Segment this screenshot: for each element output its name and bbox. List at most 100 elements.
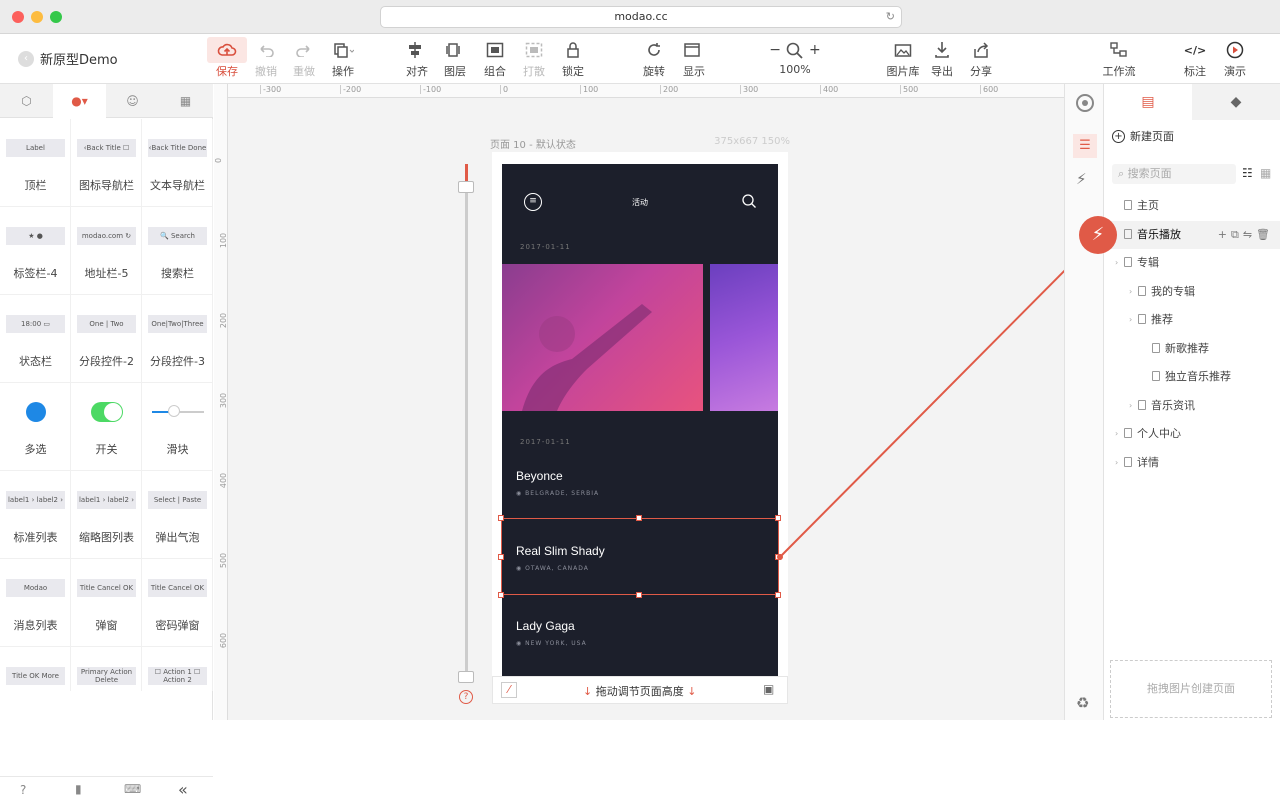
annotate-button[interactable]: </> 标注 bbox=[1175, 37, 1215, 79]
component-item[interactable]: 🔍 Search 搜索栏 bbox=[142, 207, 213, 295]
add-subpage-icon[interactable]: + bbox=[1218, 228, 1231, 241]
collapse-icon[interactable]: « bbox=[178, 780, 188, 799]
align-button[interactable]: 对齐 bbox=[397, 37, 437, 79]
settings-sliders-icon[interactable]: ☰ bbox=[1073, 134, 1097, 158]
workflow-button[interactable]: 工作流 bbox=[1099, 37, 1139, 79]
minimize-window-button[interactable] bbox=[31, 11, 43, 23]
interaction-badge-icon[interactable]: ⚡ bbox=[1079, 216, 1117, 254]
duplicate-icon[interactable]: ⧉ bbox=[1231, 228, 1243, 241]
component-item[interactable]: Modao 消息列表 bbox=[0, 559, 71, 647]
height-slider-handle-top[interactable] bbox=[458, 181, 474, 193]
resize-handle[interactable] bbox=[498, 515, 504, 521]
project-back[interactable]: ‹ 新原型Demo bbox=[18, 49, 118, 68]
display-button[interactable]: 显示 bbox=[674, 37, 714, 79]
page-item[interactable]: › 个人中心 bbox=[1104, 420, 1280, 448]
zoom-control[interactable]: − +100% bbox=[765, 37, 825, 76]
page-item[interactable]: 音乐播放 +⧉⇋🗑 bbox=[1104, 220, 1280, 249]
list-view-icon[interactable]: ☷ bbox=[1242, 166, 1253, 180]
delete-icon[interactable]: 🗑 bbox=[1256, 228, 1274, 241]
address-bar[interactable]: modao.cc ↻ bbox=[380, 6, 902, 28]
component-item[interactable]: Select | Paste 弹出气泡 bbox=[142, 471, 213, 559]
component-item[interactable]: ‹Back Title ☐ 图标导航栏 bbox=[71, 119, 142, 207]
reload-icon[interactable]: ↻ bbox=[886, 7, 895, 27]
expand-caret-icon[interactable]: › bbox=[1129, 306, 1132, 334]
image-drop-zone[interactable]: 拖拽图片创建页面 bbox=[1110, 660, 1272, 718]
lightning-icon[interactable]: ⚡ bbox=[1076, 170, 1087, 188]
share-button[interactable]: 分享 bbox=[961, 37, 1001, 79]
preview-button[interactable]: 演示 bbox=[1215, 37, 1255, 79]
page-item[interactable]: 独立音乐推荐 bbox=[1104, 363, 1280, 391]
page-item[interactable]: › 我的专辑 bbox=[1104, 278, 1280, 306]
recycle-bin-icon[interactable]: ♻ bbox=[1076, 694, 1089, 712]
search-icon[interactable] bbox=[741, 193, 757, 209]
page-item[interactable]: › 专辑 bbox=[1104, 249, 1280, 277]
tab-emoji[interactable]: ☺ bbox=[106, 84, 159, 118]
keyboard-icon[interactable]: ⌨ bbox=[124, 782, 141, 796]
ungroup-button[interactable]: 打散 bbox=[514, 37, 554, 79]
component-item[interactable]: 18:00 ▭ 状态栏 bbox=[0, 295, 71, 383]
height-slider-handle-bottom[interactable] bbox=[458, 671, 474, 683]
page-item[interactable]: › 推荐 bbox=[1104, 306, 1280, 334]
tab-layers[interactable]: ◆ bbox=[1192, 84, 1280, 120]
grid-view-icon[interactable]: ▦ bbox=[1260, 166, 1271, 180]
new-page-button[interactable]: + 新建页面 bbox=[1112, 128, 1174, 144]
tab-pages[interactable]: ▤ bbox=[1104, 84, 1192, 120]
component-item[interactable]: 滑块 bbox=[142, 383, 213, 471]
layer-button[interactable]: 图层 bbox=[435, 37, 475, 79]
expand-caret-icon[interactable]: › bbox=[1115, 420, 1118, 448]
component-item[interactable]: modao.com ↻ 地址栏-5 bbox=[71, 207, 142, 295]
component-item[interactable]: ☐ Action 1 ☐ Action 2 bbox=[142, 647, 213, 691]
help-icon[interactable]: ? bbox=[459, 690, 473, 704]
component-item[interactable]: Title Cancel OK 密码弹窗 bbox=[142, 559, 213, 647]
rotate-button[interactable]: 旋转 bbox=[634, 37, 674, 79]
drag-resize-hint[interactable]: ↓ 拖动调节页面高度 ↓ bbox=[583, 683, 696, 699]
close-window-button[interactable] bbox=[12, 11, 24, 23]
image-icon[interactable]: ▣ bbox=[763, 682, 774, 696]
component-item[interactable]: Title OK More bbox=[0, 647, 71, 691]
page-item[interactable]: 新歌推荐 bbox=[1104, 335, 1280, 363]
component-item[interactable]: One|Two|Three 分段控件-3 bbox=[142, 295, 213, 383]
group-button[interactable]: 组合 bbox=[475, 37, 515, 79]
gallery-button[interactable]: 图片库 bbox=[883, 37, 923, 79]
page-search-input[interactable]: ⌕ 搜索页面 bbox=[1112, 164, 1236, 184]
zoom-in-icon[interactable]: + bbox=[809, 42, 821, 58]
resize-handle[interactable] bbox=[775, 592, 781, 598]
resize-handle[interactable] bbox=[636, 592, 642, 598]
move-icon[interactable]: ⇋ bbox=[1243, 228, 1256, 241]
component-item[interactable]: 多选 bbox=[0, 383, 71, 471]
tab-ios[interactable]: ●▾ bbox=[53, 84, 106, 118]
page-item[interactable]: 主页 bbox=[1104, 192, 1280, 220]
page-item[interactable]: › 详情 bbox=[1104, 449, 1280, 477]
expand-caret-icon[interactable]: › bbox=[1115, 449, 1118, 477]
expand-caret-icon[interactable]: › bbox=[1129, 278, 1132, 306]
component-item[interactable]: 开关 bbox=[71, 383, 142, 471]
tab-cube[interactable]: ⬡ bbox=[0, 84, 53, 118]
expand-caret-icon[interactable]: › bbox=[1115, 249, 1118, 277]
export-button[interactable]: 导出 bbox=[922, 37, 962, 79]
no-background-icon[interactable]: ⁄ bbox=[501, 682, 517, 698]
selection-box[interactable] bbox=[501, 518, 779, 595]
help-icon[interactable]: ? bbox=[20, 783, 26, 797]
component-item[interactable]: label1 › label2 › 标准列表 bbox=[0, 471, 71, 559]
component-item[interactable]: Title Cancel OK 弹窗 bbox=[71, 559, 142, 647]
lock-button[interactable]: 锁定 bbox=[553, 37, 593, 79]
resize-handle[interactable] bbox=[498, 554, 504, 560]
redo-button[interactable]: 重做 bbox=[284, 37, 324, 79]
book-icon[interactable]: ▮ bbox=[75, 782, 82, 796]
component-item[interactable]: ★ ● 标签栏-4 bbox=[0, 207, 71, 295]
concert-image-2[interactable] bbox=[710, 264, 778, 411]
undo-button[interactable]: 撤销 bbox=[246, 37, 286, 79]
component-item[interactable]: ‹Back Title Done 文本导航栏 bbox=[142, 119, 213, 207]
maximize-window-button[interactable] bbox=[50, 11, 62, 23]
zoom-out-icon[interactable]: − bbox=[769, 42, 781, 58]
back-arrow-icon[interactable]: ‹ bbox=[18, 50, 34, 67]
artboard-screen[interactable]: ≡ 活动 2017-01-11 2017-01-11 Beyonce ◉ BEL… bbox=[502, 164, 778, 676]
operations-button[interactable]: 操作 bbox=[323, 37, 363, 79]
expand-caret-icon[interactable]: › bbox=[1129, 392, 1132, 420]
component-item[interactable]: One | Two 分段控件-2 bbox=[71, 295, 142, 383]
save-button[interactable]: 保存 bbox=[207, 37, 247, 79]
tab-layout[interactable]: ▦ bbox=[159, 84, 212, 118]
concert-image[interactable] bbox=[502, 264, 703, 411]
resize-handle[interactable] bbox=[498, 592, 504, 598]
target-icon[interactable] bbox=[1076, 94, 1094, 112]
